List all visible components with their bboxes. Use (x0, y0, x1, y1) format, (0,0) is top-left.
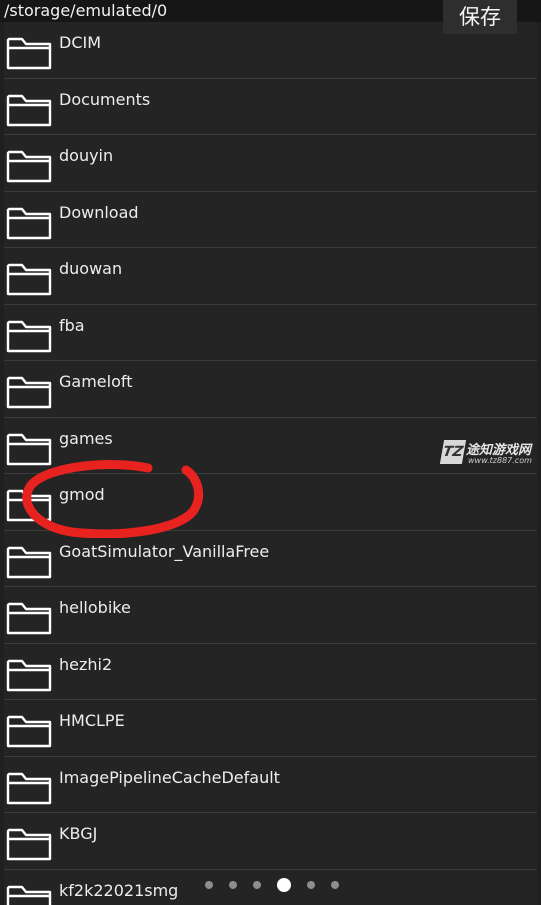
folder-row[interactable]: Download (4, 191, 537, 248)
folder-row[interactable]: GoatSimulator_VanillaFree (4, 530, 537, 587)
folder-icon (6, 771, 52, 805)
folder-icon (6, 93, 52, 127)
folder-icon (6, 432, 52, 466)
folder-name: hezhi2 (59, 654, 113, 674)
folder-icon (6, 827, 52, 861)
folder-name: ImagePipelineCacheDefault (59, 767, 280, 787)
folder-name: hellobike (59, 598, 131, 617)
folder-name: games (59, 428, 113, 448)
folder-row[interactable]: hellobike (4, 587, 537, 644)
page-indicator (205, 877, 355, 893)
folder-icon (6, 545, 52, 579)
folder-row[interactable]: gmod (4, 474, 537, 531)
page-dot[interactable] (229, 881, 237, 889)
watermark: TZ 途知游戏网 www.tz887.com (439, 438, 541, 468)
folder-name: kf2k22021smg (59, 880, 179, 900)
folder-row[interactable]: Gameloft (4, 361, 537, 418)
file-picker-screen: /storage/emulated/0 DCIM Documents douyin D… (0, 0, 541, 905)
folder-row[interactable]: ImagePipelineCacheDefault (4, 756, 537, 813)
folder-icon (6, 149, 52, 183)
folder-row[interactable]: duowan (4, 248, 537, 305)
page-dot[interactable] (331, 881, 339, 889)
save-button[interactable]: 保存 (443, 0, 517, 34)
folder-icon (6, 488, 52, 522)
folder-name: GoatSimulator_VanillaFree (59, 541, 270, 561)
folder-name: duowan (59, 259, 123, 278)
folder-icon (6, 36, 52, 70)
folder-row[interactable]: HMCLPE (4, 700, 537, 757)
watermark-logo: TZ (439, 440, 467, 464)
watermark-url: www.tz887.com (468, 456, 532, 465)
folder-row[interactable]: fba (4, 304, 537, 361)
folder-row[interactable]: douyin (4, 135, 537, 192)
folder-row[interactable]: Documents (4, 78, 537, 135)
page-dot[interactable] (307, 881, 315, 889)
page-dot[interactable] (253, 881, 261, 889)
folder-row[interactable]: hezhi2 (4, 643, 537, 700)
current-path: /storage/emulated/0 (4, 1, 168, 20)
folder-icon (6, 319, 52, 353)
folder-name: fba (59, 315, 85, 335)
folder-name: HMCLPE (59, 711, 125, 730)
folder-name: KBGJ (59, 824, 98, 843)
folder-row[interactable]: KBGJ (4, 813, 537, 870)
folder-icon (6, 714, 52, 748)
folder-icon (6, 206, 52, 240)
folder-name: douyin (59, 146, 114, 165)
page-dot-active[interactable] (277, 878, 291, 892)
folder-icon (6, 601, 52, 635)
folder-name: DCIM (59, 33, 102, 52)
folder-icon (6, 375, 52, 409)
folder-name: Download (59, 202, 139, 222)
folder-name: Documents (59, 89, 151, 109)
page-dot[interactable] (205, 881, 213, 889)
folder-icon (6, 262, 52, 296)
folder-name: Gameloft (59, 372, 133, 391)
folder-icon (6, 884, 52, 905)
folder-name: gmod (59, 485, 105, 504)
folder-icon (6, 658, 52, 692)
